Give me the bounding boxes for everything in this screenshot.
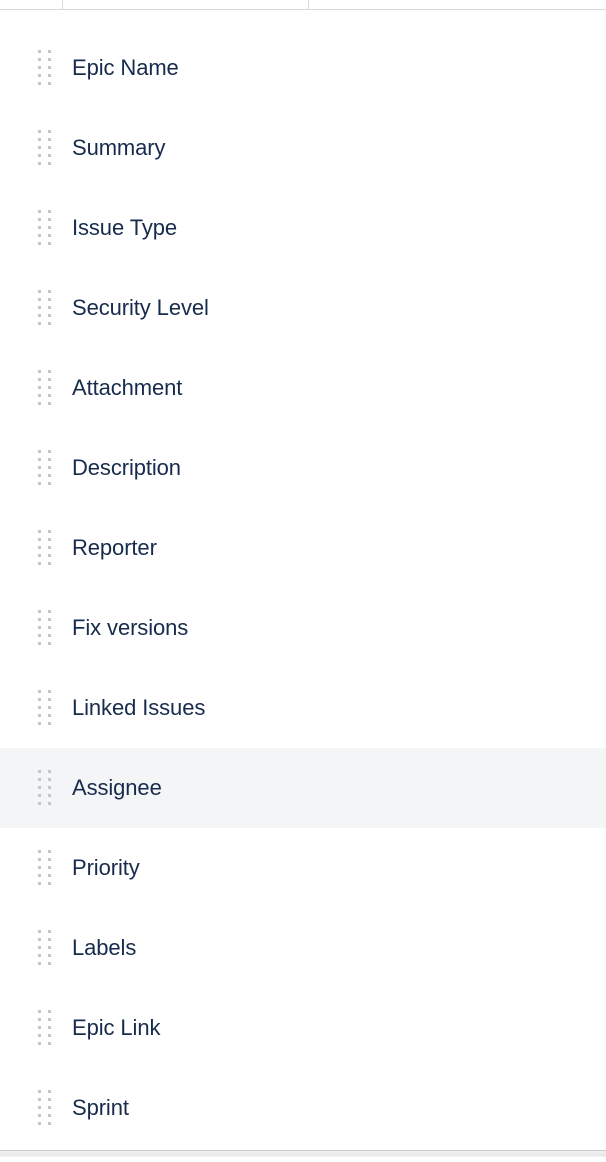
drag-handle-icon[interactable] [38, 610, 52, 646]
field-item-reporter[interactable]: Reporter [24, 508, 606, 588]
field-item-attachment[interactable]: Attachment [24, 348, 606, 428]
field-order-list: Epic Name Summary Issue Type Security Le… [0, 10, 606, 1148]
field-item-summary[interactable]: Summary [24, 108, 606, 188]
drag-handle-icon[interactable] [38, 770, 52, 806]
field-item-fix-versions[interactable]: Fix versions [24, 588, 606, 668]
field-item-sprint[interactable]: Sprint [24, 1068, 606, 1148]
drag-handle-icon[interactable] [38, 1010, 52, 1046]
header-divider [0, 0, 606, 10]
field-item-labels[interactable]: Labels [24, 908, 606, 988]
drag-handle-icon[interactable] [38, 1090, 52, 1126]
field-item-assignee[interactable]: Assignee [0, 748, 606, 828]
field-item-issue-type[interactable]: Issue Type [24, 188, 606, 268]
field-label: Assignee [72, 775, 162, 801]
field-item-epic-link[interactable]: Epic Link [24, 988, 606, 1068]
field-label: Priority [72, 855, 140, 881]
field-label: Attachment [72, 375, 182, 401]
drag-handle-icon[interactable] [38, 130, 52, 166]
field-label: Security Level [72, 295, 209, 321]
field-item-security-level[interactable]: Security Level [24, 268, 606, 348]
drag-handle-icon[interactable] [38, 210, 52, 246]
field-label: Epic Name [72, 55, 179, 81]
drag-handle-icon[interactable] [38, 530, 52, 566]
field-label: Summary [72, 135, 165, 161]
drag-handle-icon[interactable] [38, 930, 52, 966]
field-label: Reporter [72, 535, 157, 561]
field-label: Fix versions [72, 615, 188, 641]
drag-handle-icon[interactable] [38, 450, 52, 486]
drag-handle-icon[interactable] [38, 50, 52, 86]
field-label: Sprint [72, 1095, 129, 1121]
field-item-priority[interactable]: Priority [24, 828, 606, 908]
drag-handle-icon[interactable] [38, 290, 52, 326]
field-label: Epic Link [72, 1015, 160, 1041]
drag-handle-icon[interactable] [38, 370, 52, 406]
field-item-description[interactable]: Description [24, 428, 606, 508]
bottom-divider [0, 1150, 606, 1162]
field-item-epic-name[interactable]: Epic Name [24, 28, 606, 108]
field-label: Issue Type [72, 215, 177, 241]
field-label: Linked Issues [72, 695, 205, 721]
field-label: Description [72, 455, 181, 481]
drag-handle-icon[interactable] [38, 690, 52, 726]
field-item-linked-issues[interactable]: Linked Issues [24, 668, 606, 748]
field-label: Labels [72, 935, 136, 961]
drag-handle-icon[interactable] [38, 850, 52, 886]
